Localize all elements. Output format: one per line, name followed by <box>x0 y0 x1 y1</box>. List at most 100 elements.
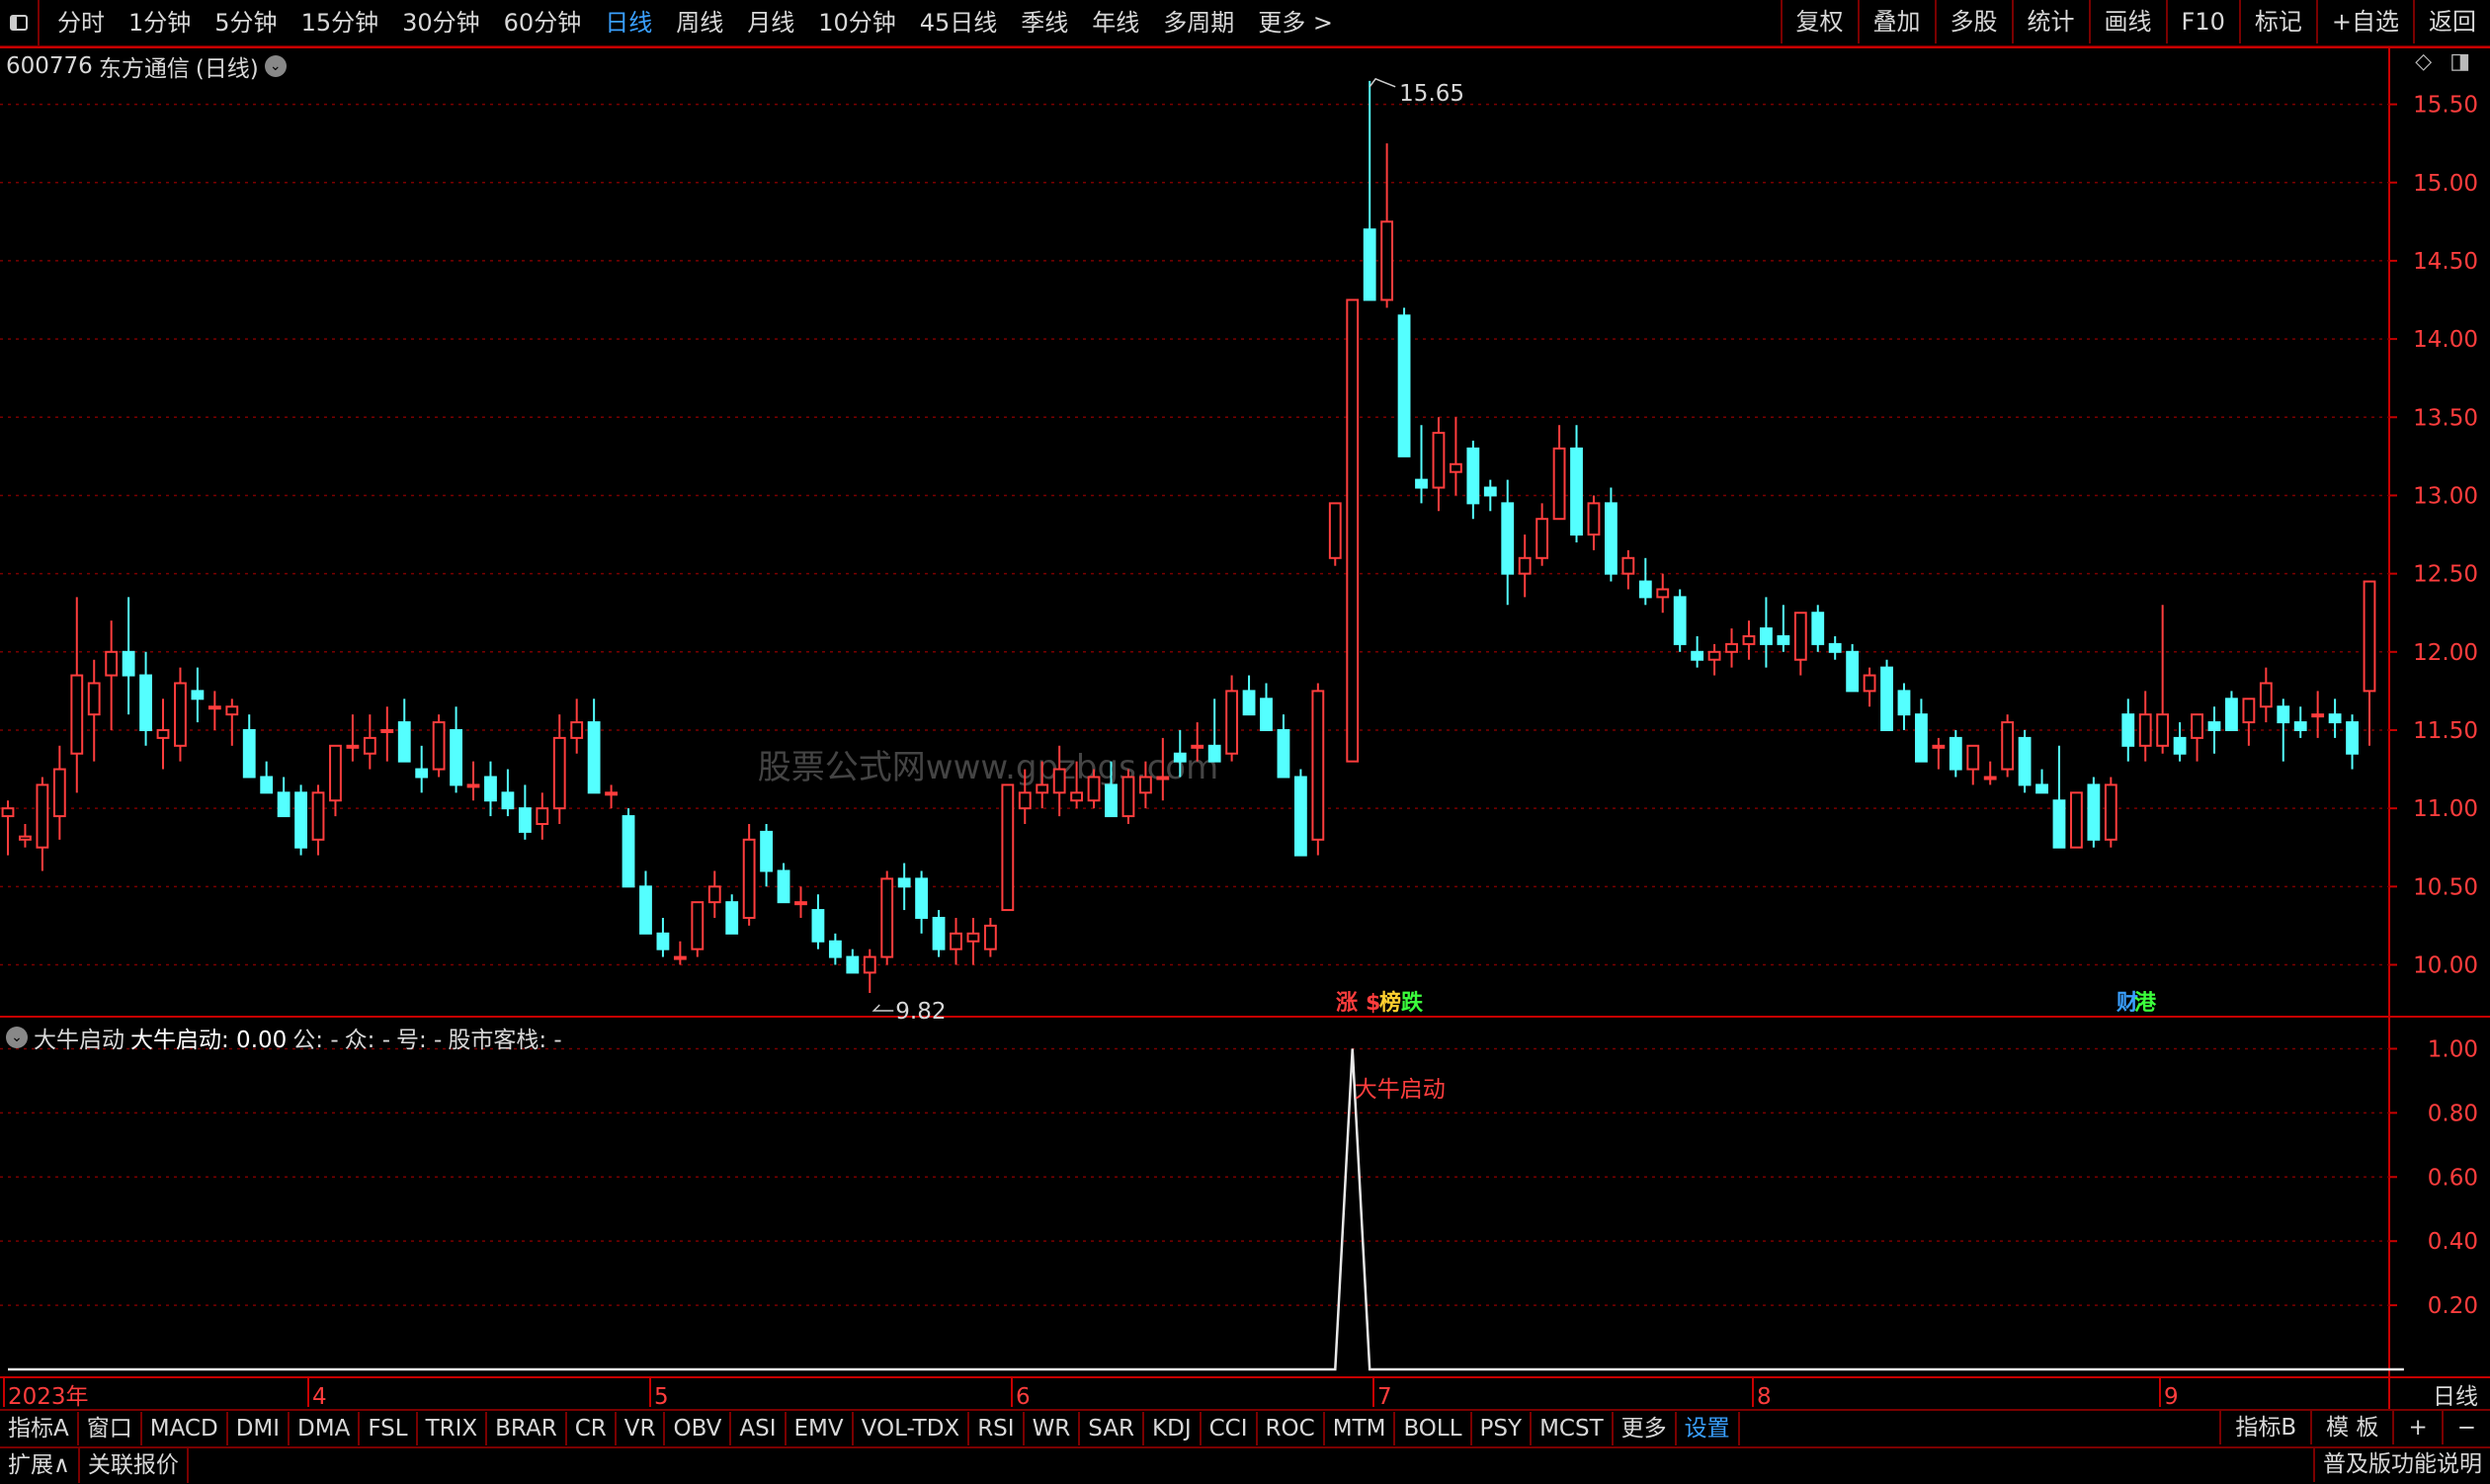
indicator-tab-2[interactable]: MACD <box>142 1412 228 1445</box>
period-9[interactable]: 10分钟 <box>806 0 908 45</box>
candle-body <box>1105 783 1118 818</box>
candle-body <box>1932 744 1946 749</box>
candle-body <box>1793 612 1807 661</box>
indicator-tab-4[interactable]: DMA <box>290 1412 361 1445</box>
period-14[interactable]: 更多 > <box>1246 0 1345 45</box>
indicator-tab-5[interactable]: FSL <box>360 1412 418 1445</box>
indicator-tab-9[interactable]: VR <box>617 1412 666 1445</box>
period-12[interactable]: 年线 <box>1080 0 1151 45</box>
candle-body <box>2346 721 2359 755</box>
price-tick-label: 15.00 <box>2413 171 2478 197</box>
indicator-right-tab-3[interactable]: − <box>2441 1411 2490 1444</box>
indicator-tab-12[interactable]: EMV <box>787 1412 854 1445</box>
tool-button-4[interactable]: 画线 <box>2088 0 2166 43</box>
indicator-tab-22[interactable]: PSY <box>1472 1412 1533 1445</box>
price-tick-label: 12.00 <box>2413 640 2478 666</box>
candle-body <box>2363 580 2376 693</box>
indicator-tab-6[interactable]: TRIX <box>418 1412 488 1445</box>
period-13[interactable]: 多周期 <box>1151 0 1246 45</box>
indicator-tab-24[interactable]: 更多 <box>1614 1412 1677 1445</box>
candle-body <box>587 721 601 794</box>
indicator-tab-1[interactable]: 窗口 <box>79 1412 142 1445</box>
period-3[interactable]: 15分钟 <box>290 0 391 45</box>
candle-body <box>1760 627 1773 645</box>
indicator-tab-16[interactable]: SAR <box>1080 1412 1145 1445</box>
candle-body <box>2121 713 2135 747</box>
period-0[interactable]: 分时 <box>45 0 117 45</box>
related-quotes-button[interactable]: 关联报价 <box>80 1447 189 1483</box>
indicator-tab-11[interactable]: ASI <box>731 1412 787 1445</box>
indicator-tab-7[interactable]: BRAR <box>487 1412 567 1445</box>
candle-body <box>1621 556 1635 575</box>
indicator-tab-3[interactable]: DMI <box>228 1412 290 1445</box>
tool-button-3[interactable]: 统计 <box>2011 0 2089 43</box>
candle-body <box>242 728 256 779</box>
indicator-right-tab-2[interactable]: + <box>2392 1411 2441 1444</box>
period-7[interactable]: 周线 <box>664 0 735 45</box>
candle-body <box>1949 736 1962 771</box>
price-tick-label: 14.00 <box>2413 327 2478 353</box>
tool-button-5[interactable]: F10 <box>2165 0 2239 43</box>
chevron-down-icon[interactable]: ⌄ <box>6 1027 28 1048</box>
indicator-right-tab-0[interactable]: 指标B <box>2219 1411 2310 1444</box>
tool-button-8[interactable]: 返回 <box>2413 0 2490 43</box>
candle-body <box>1001 783 1015 912</box>
tool-button-0[interactable]: 复权 <box>1780 0 1858 43</box>
indicator-tab-8[interactable]: CR <box>567 1412 617 1445</box>
window-toggle-icon[interactable]: ◨ <box>2449 49 2470 74</box>
indicator-tab-10[interactable]: OBV <box>665 1412 732 1445</box>
period-8[interactable]: 月线 <box>735 0 806 45</box>
time-tick-label: 2023年 <box>8 1384 89 1410</box>
stock-name: 东方通信 <box>98 56 190 82</box>
candle-body <box>1846 650 1860 693</box>
indicator-tab-25[interactable]: 设置 <box>1677 1412 1740 1445</box>
indicator-tab-20[interactable]: MTM <box>1325 1412 1396 1445</box>
indicator-tab-13[interactable]: VOL-TDX <box>854 1412 970 1445</box>
indicator-tab-18[interactable]: CCI <box>1202 1412 1258 1445</box>
candle-body <box>673 955 687 960</box>
indicator-tab-15[interactable]: WR <box>1025 1412 1081 1445</box>
period-4[interactable]: 30分钟 <box>390 0 492 45</box>
status-bar: 扩展∧ 关联报价 普及版功能说明 <box>0 1446 2490 1484</box>
indicator-tab-0[interactable]: 指标A <box>0 1412 79 1445</box>
period-5[interactable]: 60分钟 <box>492 0 594 45</box>
candle-body <box>1191 744 1204 749</box>
indicator-gong: 公: - <box>292 1028 339 1053</box>
diamond-icon[interactable]: ◇ <box>2415 49 2432 74</box>
period-2[interactable]: 5分钟 <box>203 0 289 45</box>
watermark: 股票公式网www.gpzbgs.com <box>758 748 1218 787</box>
candle-body <box>156 728 170 739</box>
tool-button-1[interactable]: 叠加 <box>1857 0 1935 43</box>
candle-body <box>1156 776 1170 781</box>
indicator-tab-21[interactable]: BOLL <box>1395 1412 1472 1445</box>
edition-info[interactable]: 普及版功能说明 <box>2313 1446 2490 1482</box>
indicator-tab-23[interactable]: MCST <box>1532 1412 1614 1445</box>
indicator-tab-17[interactable]: KDJ <box>1144 1412 1202 1445</box>
event-label: 港 <box>2134 991 2157 1016</box>
time-tick-label: 5 <box>654 1384 669 1410</box>
candle-body <box>1415 478 1428 489</box>
candle-body <box>466 783 480 788</box>
expand-button[interactable]: 扩展∧ <box>0 1447 80 1483</box>
indicator-tab-19[interactable]: ROC <box>1258 1412 1325 1445</box>
candle-body <box>1432 432 1446 489</box>
period-1[interactable]: 1分钟 <box>117 0 203 45</box>
indicator-right-tab-1[interactable]: 模 板 <box>2310 1411 2392 1444</box>
candle-body <box>1036 783 1049 794</box>
chevron-down-icon[interactable]: ⌄ <box>264 55 287 77</box>
period-6[interactable]: 日线 <box>593 0 664 45</box>
indicator-tab-14[interactable]: RSI <box>969 1412 1025 1445</box>
candle-body <box>2328 713 2342 724</box>
candle-body <box>1983 776 1997 781</box>
period-10[interactable]: 45日线 <box>908 0 1010 45</box>
period-list: 分时 1分钟 5分钟 15分钟 30分钟 60分钟 日线 周线 月线 10分钟 45日线 季线 年线 多周… <box>45 0 1345 45</box>
indicator-right-tabs: 指标B 模 板 + − <box>2219 1411 2490 1444</box>
panel-toggle-icon[interactable] <box>0 0 40 45</box>
candle-body <box>552 736 566 810</box>
tool-button-6[interactable]: 标记 <box>2238 0 2316 43</box>
period-11[interactable]: 季线 <box>1009 0 1080 45</box>
tool-button-2[interactable]: 多股 <box>1934 0 2012 43</box>
candle-body <box>622 815 635 888</box>
tool-button-7[interactable]: +自选 <box>2315 0 2413 43</box>
candle-body <box>1363 228 1376 301</box>
